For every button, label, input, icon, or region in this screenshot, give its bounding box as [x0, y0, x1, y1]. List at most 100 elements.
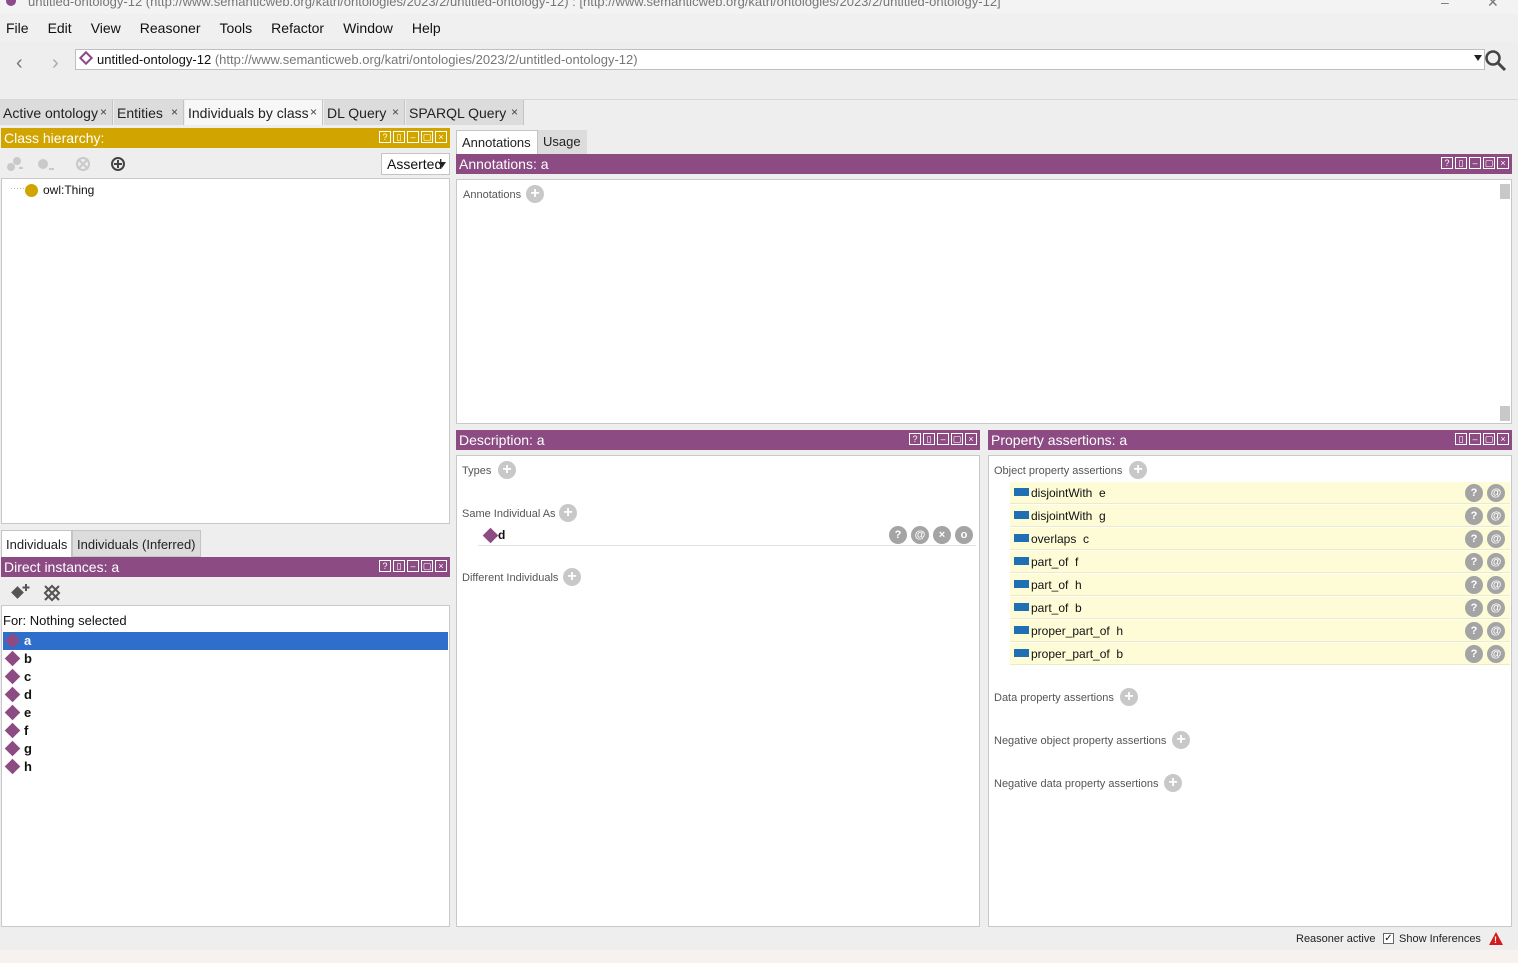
explain-icon[interactable]: ? — [889, 526, 907, 544]
add-data-property-assertion-button[interactable]: + — [1120, 688, 1138, 706]
close-panel-icon[interactable]: × — [435, 131, 447, 143]
add-object-property-assertion-button[interactable]: + — [1129, 461, 1147, 479]
maximize-panel-icon[interactable]: ▢ — [1483, 157, 1495, 169]
target-icon[interactable] — [109, 155, 127, 173]
explain-icon[interactable]: ? — [1465, 530, 1483, 548]
tab-usage[interactable]: Usage — [538, 130, 587, 154]
split-view-icon[interactable]: ▯ — [923, 433, 935, 445]
menu-help[interactable]: Help — [412, 20, 441, 36]
help-icon[interactable]: ? — [379, 560, 391, 572]
annotate-icon[interactable]: @ — [911, 526, 929, 544]
close-panel-icon[interactable]: × — [435, 560, 447, 572]
menu-tools[interactable]: Tools — [219, 20, 252, 36]
help-icon[interactable]: ? — [379, 131, 391, 143]
add-different-individual-button[interactable]: + — [563, 568, 581, 586]
minimize-panel-icon[interactable]: – — [407, 560, 419, 572]
close-tab-icon[interactable]: × — [511, 105, 518, 119]
hierarchy-mode-select[interactable]: Asserted — [381, 153, 450, 175]
tab-individuals[interactable]: Individuals — [1, 530, 73, 557]
show-inferences-checkbox[interactable]: ✓ — [1383, 933, 1394, 944]
minimize-panel-icon[interactable]: – — [1469, 433, 1481, 445]
warning-icon[interactable]: ! — [1489, 932, 1503, 945]
chevron-down-icon[interactable] — [1474, 55, 1482, 61]
close-panel-icon[interactable]: × — [965, 433, 977, 445]
annotate-icon[interactable]: @ — [1487, 507, 1505, 525]
object-property-assertion-row[interactable]: disjointWith g ? @ — [1010, 505, 1510, 527]
explain-icon[interactable]: ? — [1465, 645, 1483, 663]
object-property-assertion-row[interactable]: part_of b ? @ — [1010, 597, 1510, 619]
tab-individuals-by-class[interactable]: Individuals by class × — [185, 100, 323, 125]
list-item[interactable]: d — [3, 686, 448, 704]
close-tab-icon[interactable]: × — [100, 105, 107, 119]
minimize-panel-icon[interactable]: – — [407, 131, 419, 143]
back-arrow-icon[interactable]: ‹ — [16, 52, 23, 75]
object-property-assertion-row[interactable]: proper_part_of h ? @ — [1010, 620, 1510, 642]
menu-view[interactable]: View — [91, 20, 121, 36]
explain-icon[interactable]: ? — [1465, 599, 1483, 617]
close-panel-icon[interactable]: × — [1497, 157, 1509, 169]
explain-icon[interactable]: ? — [1465, 576, 1483, 594]
same-individual-row[interactable]: d ? @ × o — [478, 524, 976, 546]
split-view-icon[interactable]: ▯ — [1455, 157, 1467, 169]
delete-individual-icon[interactable] — [42, 583, 62, 603]
object-property-assertion-row[interactable]: disjointWith e ? @ — [1010, 482, 1510, 504]
tree-node-owl-thing[interactable]: owl:Thing — [25, 182, 94, 198]
annotate-icon[interactable]: @ — [1487, 645, 1505, 663]
scrollbar-top[interactable] — [1500, 184, 1510, 199]
minimize-panel-icon[interactable]: – — [937, 433, 949, 445]
close-tab-icon[interactable]: × — [171, 105, 178, 119]
object-property-assertion-row[interactable]: overlaps c ? @ — [1010, 528, 1510, 550]
add-negative-object-property-assertion-button[interactable]: + — [1172, 731, 1190, 749]
list-item[interactable]: b — [3, 650, 448, 668]
split-view-icon[interactable]: ▯ — [393, 131, 405, 143]
list-item[interactable]: h — [3, 758, 448, 776]
annotate-icon[interactable]: @ — [1487, 599, 1505, 617]
close-tab-icon[interactable]: × — [392, 105, 399, 119]
minimize-panel-icon[interactable]: – — [1469, 157, 1481, 169]
close-panel-icon[interactable]: × — [1497, 433, 1509, 445]
explain-icon[interactable]: ? — [1465, 622, 1483, 640]
search-icon[interactable] — [1484, 49, 1508, 73]
scrollbar-bottom[interactable] — [1500, 406, 1510, 421]
object-property-assertion-row[interactable]: proper_part_of b ? @ — [1010, 643, 1510, 665]
menu-reasoner[interactable]: Reasoner — [140, 20, 201, 36]
add-same-individual-button[interactable]: + — [559, 504, 577, 522]
delete-icon[interactable]: × — [933, 526, 951, 544]
tab-annotations[interactable]: Annotations — [456, 130, 538, 154]
object-property-assertion-row[interactable]: part_of f ? @ — [1010, 551, 1510, 573]
menu-window[interactable]: Window — [343, 20, 393, 36]
annotate-icon[interactable]: @ — [1487, 484, 1505, 502]
menu-edit[interactable]: Edit — [48, 20, 72, 36]
tab-individuals-inferred[interactable]: Individuals (Inferred) — [72, 530, 201, 557]
maximize-panel-icon[interactable]: ▢ — [421, 131, 433, 143]
annotate-icon[interactable]: @ — [1487, 530, 1505, 548]
delete-class-icon[interactable] — [74, 155, 92, 173]
tab-active-ontology[interactable]: Active ontology × — [0, 100, 113, 125]
menu-file[interactable]: File — [6, 20, 29, 36]
add-negative-data-property-assertion-button[interactable]: + — [1164, 774, 1182, 792]
split-view-icon[interactable]: ▯ — [1455, 433, 1467, 445]
forward-arrow-icon[interactable]: › — [52, 52, 59, 75]
add-annotation-button[interactable]: + — [526, 185, 544, 203]
close-tab-icon[interactable]: × — [310, 105, 317, 119]
ontology-address-field[interactable]: untitled-ontology-12 (http://www.semanti… — [75, 49, 1485, 70]
annotate-icon[interactable]: @ — [1487, 576, 1505, 594]
add-individual-icon[interactable] — [7, 583, 31, 603]
annotate-icon[interactable]: @ — [1487, 553, 1505, 571]
maximize-panel-icon[interactable]: ▢ — [421, 560, 433, 572]
explain-icon[interactable]: ? — [1465, 484, 1483, 502]
explain-icon[interactable]: ? — [1465, 507, 1483, 525]
menu-refactor[interactable]: Refactor — [271, 20, 324, 36]
object-property-assertion-row[interactable]: part_of h ? @ — [1010, 574, 1510, 596]
close-window-icon[interactable]: ✕ — [1487, 0, 1499, 11]
tab-entities[interactable]: Entities × — [114, 100, 184, 125]
list-item[interactable]: f — [3, 722, 448, 740]
list-item[interactable]: c — [3, 668, 448, 686]
split-view-icon[interactable]: ▯ — [393, 560, 405, 572]
annotate-icon[interactable]: @ — [1487, 622, 1505, 640]
help-icon[interactable]: ? — [909, 433, 921, 445]
tab-sparql-query[interactable]: SPARQL Query × — [406, 100, 524, 125]
list-item[interactable]: g — [3, 740, 448, 758]
help-icon[interactable]: ? — [1441, 157, 1453, 169]
list-item[interactable]: e — [3, 704, 448, 722]
